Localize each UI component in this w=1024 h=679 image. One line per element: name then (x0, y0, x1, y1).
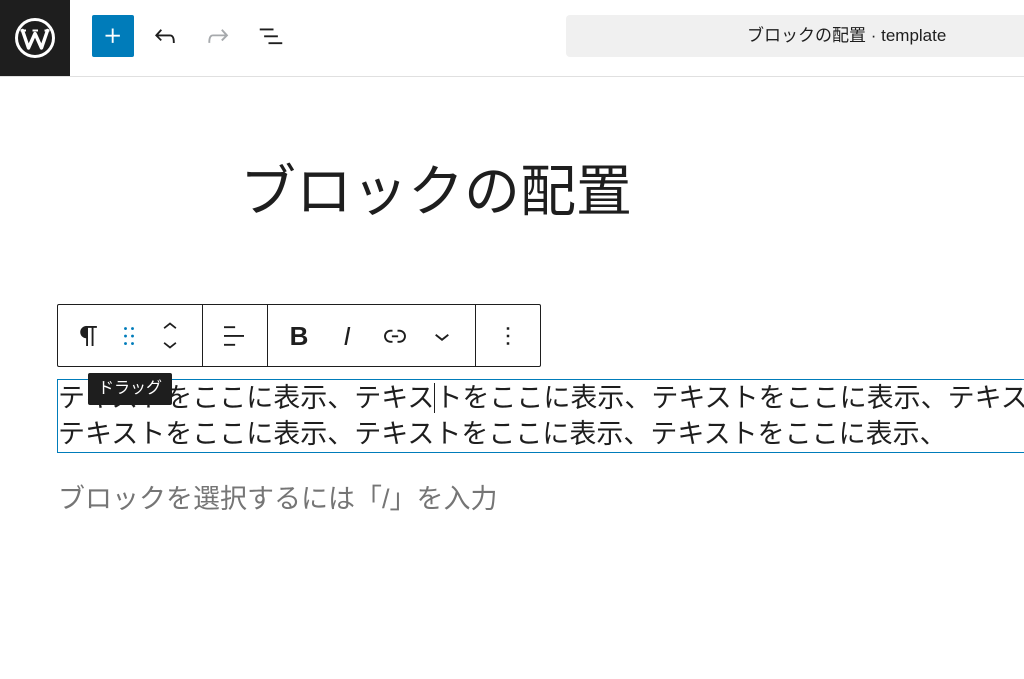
paragraph-block[interactable]: テキストをここに表示、テキストをここに表示、テキストをここに表示、テキス テキス… (57, 379, 1024, 453)
move-down-button[interactable] (152, 337, 188, 363)
post-title[interactable]: ブロックの配置 (240, 158, 632, 226)
document-title: ブロックの配置 · template (747, 26, 947, 45)
drag-handle-icon (124, 326, 134, 345)
document-bar[interactable]: ブロックの配置 · template (566, 15, 1024, 57)
more-formats-button[interactable] (424, 311, 460, 360)
paragraph-line: テキストをここに表示、テキストをここに表示、テキストをここに表示、テキス (58, 380, 1024, 416)
paragraph-text: トをここに表示、テキストをここに表示、テキス (435, 383, 1024, 413)
redo-icon (208, 29, 229, 43)
list-view-icon (259, 28, 283, 45)
redo-button[interactable] (198, 16, 238, 56)
editor-header: ブロックの配置 · template (0, 0, 1024, 77)
drag-handle-button[interactable] (111, 311, 147, 360)
chevron-down-icon (435, 333, 449, 341)
undo-icon (155, 29, 175, 43)
block-toolbar: B I (57, 304, 541, 367)
italic-button[interactable]: I (329, 311, 365, 360)
paragraph-line: テキストをここに表示、テキストをここに表示、テキストをここに表示、 (58, 419, 947, 449)
wordpress-logo-icon (15, 18, 55, 58)
align-left-icon (224, 325, 244, 346)
toolbar-separator (202, 305, 203, 366)
block-options-button[interactable] (490, 311, 526, 360)
align-button[interactable] (216, 311, 252, 360)
bold-button[interactable]: B (281, 311, 317, 360)
paragraph-icon (80, 325, 97, 346)
chevron-down-icon (163, 342, 177, 349)
default-block-appender[interactable]: ブロックを選択するには「/」を入力 (58, 481, 498, 517)
list-view-button[interactable] (251, 16, 291, 56)
site-hub-logo-button[interactable] (0, 0, 70, 76)
link-icon (384, 329, 406, 343)
block-inserter-button[interactable] (92, 15, 134, 57)
toolbar-separator (475, 305, 476, 366)
plus-icon (105, 28, 120, 43)
link-button[interactable] (377, 311, 413, 360)
block-type-button[interactable] (71, 311, 107, 360)
more-vertical-icon (506, 326, 510, 345)
toolbar-separator (267, 305, 268, 366)
drag-tooltip: ドラッグ (88, 373, 173, 405)
undo-button[interactable] (145, 16, 185, 56)
